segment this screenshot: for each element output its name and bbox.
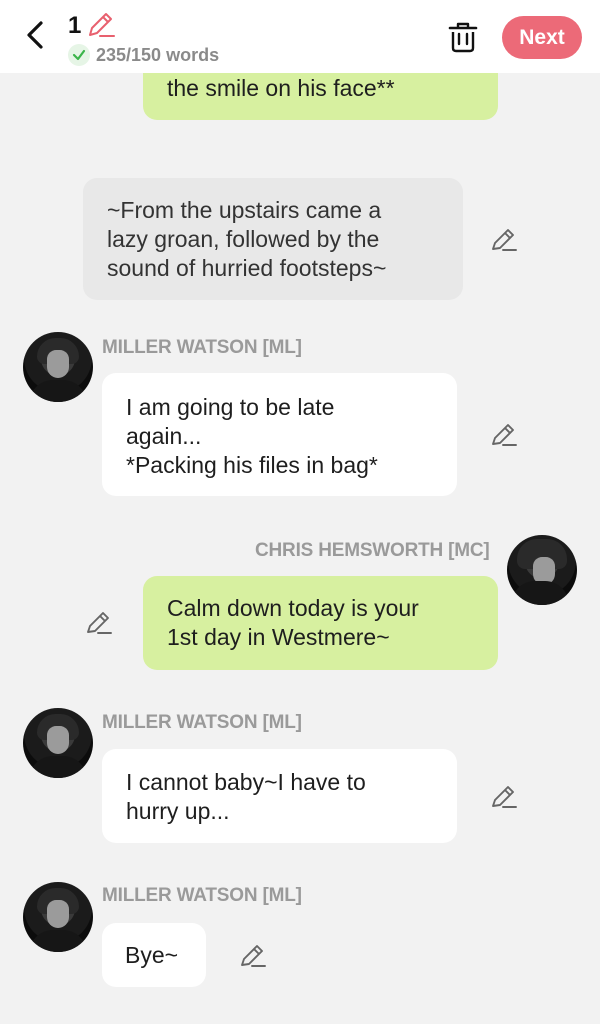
pencil-icon <box>492 786 517 808</box>
word-count: 235/150 words <box>68 44 219 66</box>
chat-bubble-mc[interactable]: Calm down today is your 1st day in Westm… <box>143 576 498 670</box>
edit-message-button[interactable] <box>489 420 519 450</box>
edit-title-button[interactable] <box>86 10 116 40</box>
character-name: MILLER WATSON [ML] <box>102 712 302 733</box>
pencil-icon <box>492 424 517 446</box>
next-button[interactable]: Next <box>502 16 582 59</box>
check-icon <box>68 44 90 66</box>
top-bar: 1 235/150 words Next <box>0 0 600 73</box>
chat-bubble-ml[interactable]: Bye~ <box>102 923 206 987</box>
chat-bubble-ml[interactable]: I cannot baby~I have to hurry up... <box>102 749 457 843</box>
chat-bubble-ml[interactable]: I am going to be late again... *Packing … <box>102 373 457 496</box>
avatar-chris-hemsworth[interactable] <box>507 535 577 605</box>
avatar-miller-watson[interactable] <box>23 882 93 952</box>
delete-button[interactable] <box>446 20 480 54</box>
avatar-miller-watson[interactable] <box>23 332 93 402</box>
edit-message-button[interactable] <box>489 782 519 812</box>
pencil-icon <box>87 612 112 634</box>
character-name: MILLER WATSON [ML] <box>102 885 302 906</box>
narration-bubble[interactable]: ~From the upstairs came a lazy groan, fo… <box>83 178 463 300</box>
chapter-number: 1 <box>68 12 82 39</box>
back-button[interactable] <box>18 18 52 52</box>
character-name: CHRIS HEMSWORTH [MC] <box>255 540 490 561</box>
chevron-left-icon <box>27 21 43 49</box>
avatar-miller-watson[interactable] <box>23 708 93 778</box>
edit-message-button[interactable] <box>238 941 268 971</box>
edit-message-button[interactable] <box>84 608 114 638</box>
edit-message-button[interactable] <box>489 225 519 255</box>
character-name: MILLER WATSON [ML] <box>102 337 302 358</box>
pencil-icon <box>89 13 115 37</box>
word-count-label: 235/150 words <box>96 44 220 65</box>
pencil-icon <box>241 945 266 967</box>
pencil-icon <box>492 229 517 251</box>
trash-icon <box>448 22 478 53</box>
